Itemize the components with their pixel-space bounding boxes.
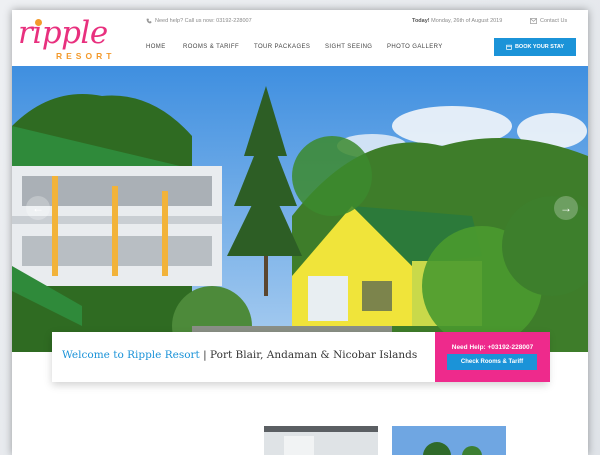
book-label: BOOK YOUR STAY — [514, 44, 565, 50]
thumbnail-image[interactable] — [264, 426, 378, 455]
today-value: Monday, 26th of August 2019 — [431, 18, 503, 24]
thumbnail-photo — [264, 426, 378, 455]
help-phone-text: Need help? Call us now: 03192-228007 — [155, 18, 252, 24]
nav-tour-packages[interactable]: TOUR PACKAGES — [254, 44, 310, 50]
thumbnail-photo — [392, 426, 506, 455]
welcome-location: | Port Blair, Andaman & Nicobar Islands — [199, 349, 418, 361]
slider-next-button[interactable]: → — [554, 196, 578, 220]
book-your-stay-button[interactable]: BOOK YOUR STAY — [494, 38, 576, 56]
need-help-box: Need Help: +03192-228007 Check Rooms & T… — [435, 332, 550, 382]
hero-photo — [12, 66, 588, 352]
need-help-label: Need Help: +03192-228007 — [451, 344, 534, 351]
check-rooms-tariff-button[interactable]: Check Rooms & Tariff — [447, 354, 537, 370]
browser-frame: ripple RESORT Need help? Call us now: 03… — [12, 10, 588, 455]
nav-rooms-tariff[interactable]: ROOMS & TARIFF — [183, 44, 239, 50]
mail-icon — [530, 18, 537, 24]
thumbnail-image[interactable] — [392, 426, 506, 455]
welcome-title: Welcome to Ripple Resort — [62, 349, 200, 361]
nav-photo-gallery[interactable]: PHOTO GALLERY — [387, 44, 443, 50]
welcome-bar: Welcome to Ripple Resort | Port Blair, A… — [52, 332, 550, 382]
nav-sight-seeing[interactable]: SIGHT SEEING — [325, 44, 372, 50]
chevron-left-icon: ← — [32, 201, 44, 215]
check-rooms-label: Check Rooms & Tariff — [460, 359, 524, 365]
nav-home[interactable]: HOME — [146, 44, 166, 50]
phone-icon — [146, 18, 152, 24]
hero-slider: ← → — [12, 66, 588, 352]
slider-prev-button[interactable]: ← — [26, 196, 50, 220]
today-date: Today! Monday, 26th of August 2019 — [412, 18, 502, 24]
chevron-right-icon: → — [560, 201, 572, 215]
contact-label: Contact Us — [540, 18, 568, 24]
welcome-heading: Welcome to Ripple Resort | Port Blair, A… — [62, 349, 417, 361]
today-label: Today! — [412, 18, 430, 24]
calendar-icon — [506, 44, 512, 50]
help-phone[interactable]: Need help? Call us now: 03192-228007 — [146, 18, 252, 24]
top-info-bar: Need help? Call us now: 03192-228007 Tod… — [12, 16, 588, 28]
contact-link[interactable]: Contact Us — [530, 18, 567, 24]
